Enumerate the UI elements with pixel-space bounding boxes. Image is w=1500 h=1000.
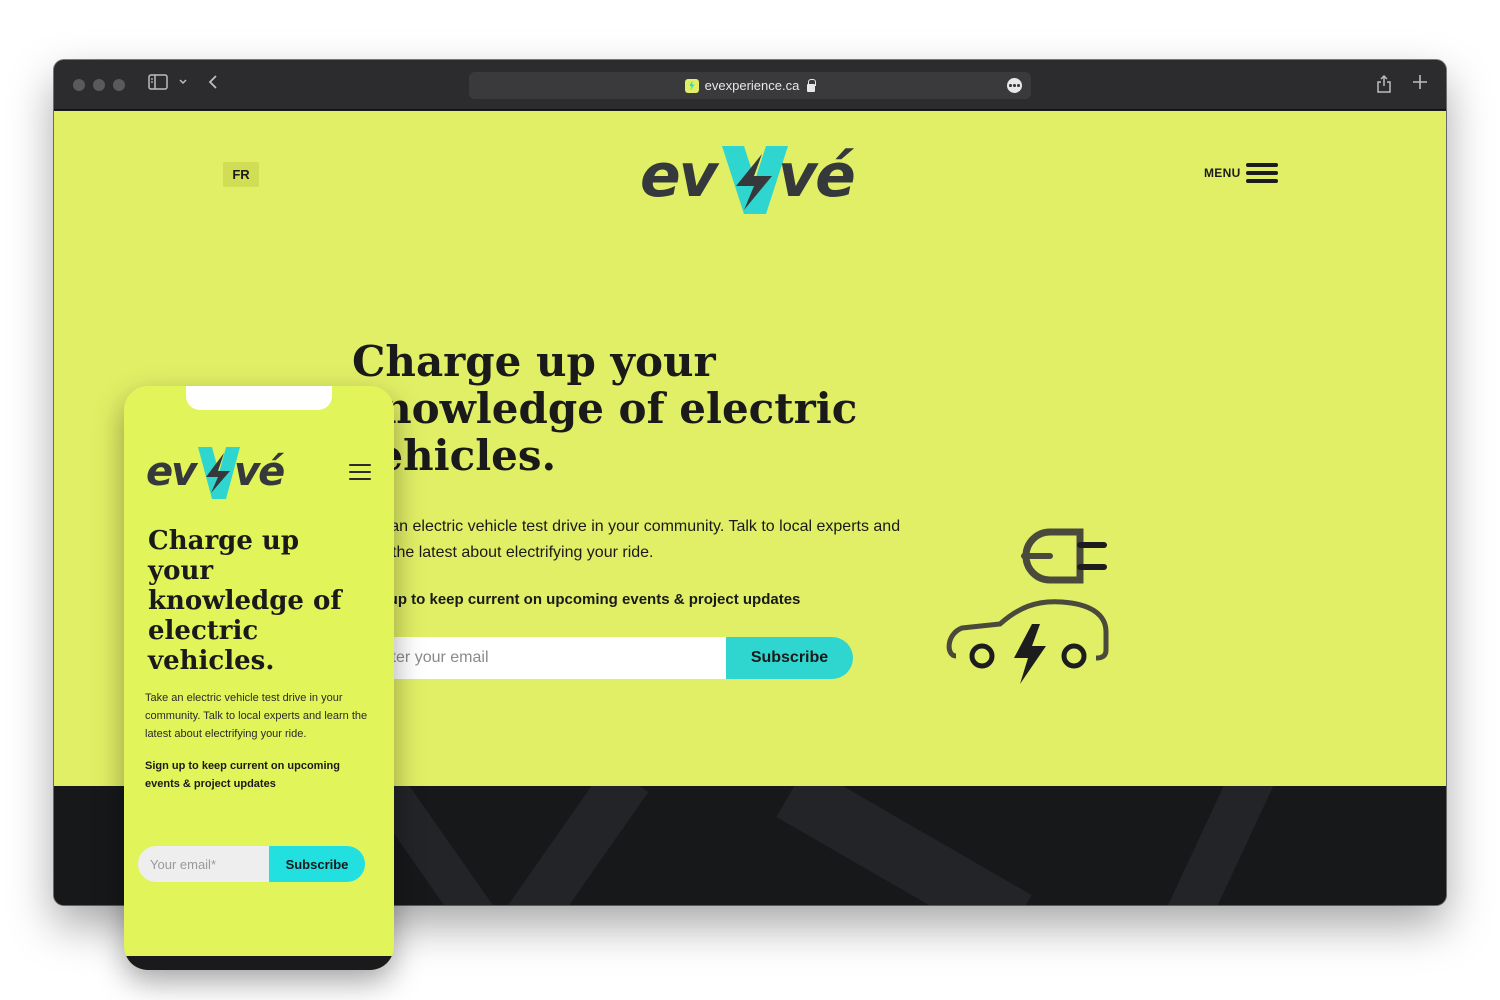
minimize-window-dot[interactable]: [93, 79, 105, 91]
hero-headline: Charge up your knowledge of electric veh…: [352, 337, 858, 480]
site-favicon-icon: [684, 78, 699, 93]
hamburger-icon: [1245, 163, 1278, 183]
mockup-stage: evexperience.ca FR ev vé MENU Charge up …: [0, 0, 1500, 1000]
browser-toolbar: evexperience.ca: [54, 60, 1446, 110]
logo-graphic: ev vé: [640, 141, 856, 214]
subscribe-button[interactable]: Subscribe: [726, 637, 853, 679]
car-icon: [946, 599, 1109, 684]
mobile-subscribe-button[interactable]: Subscribe: [269, 846, 365, 882]
more-icon[interactable]: [1007, 78, 1022, 93]
subscribe-form: Subscribe: [352, 637, 853, 679]
mobile-logo-text: evxvé: [286, 441, 287, 442]
new-tab-icon[interactable]: [1412, 74, 1428, 97]
logo-text: evxvé: [860, 130, 861, 131]
back-arrow-icon[interactable]: [207, 74, 219, 97]
mobile-intro: Take an electric vehicle test drive in y…: [145, 692, 368, 740]
zoom-window-dot[interactable]: [113, 79, 125, 91]
share-icon[interactable]: [1376, 74, 1392, 101]
email-input[interactable]: [352, 637, 726, 679]
lock-icon: [807, 78, 817, 92]
svg-text:ev: ev: [640, 141, 720, 211]
svg-text:vé: vé: [778, 141, 854, 211]
close-window-dot[interactable]: [73, 79, 85, 91]
phone-bottom-edge: [124, 956, 394, 970]
plug-icon: [1021, 528, 1107, 584]
mobile-signup-prompt: Sign up to keep current on upcoming even…: [145, 760, 340, 790]
ev-charging-illustration: [940, 516, 1120, 686]
svg-text:vé: vé: [234, 449, 284, 495]
sidebar-icon[interactable]: [148, 74, 168, 97]
url-text: evexperience.ca: [704, 78, 800, 93]
mobile-subscribe-form: Subscribe: [138, 846, 365, 882]
hero-intro: Take an electric vehicle test drive in y…: [352, 518, 901, 561]
mobile-logo-graphic: ev vé: [146, 447, 286, 499]
signup-prompt: Sign up to keep current on upcoming even…: [352, 591, 801, 608]
mobile-headline: Charge up your knowledge of electric veh…: [148, 526, 342, 676]
mobile-site-logo[interactable]: ev vé evxvé: [146, 441, 286, 503]
site-logo[interactable]: ev vé evxvé: [640, 130, 860, 220]
mobile-email-input[interactable]: [138, 846, 269, 882]
address-bar[interactable]: evexperience.ca: [469, 72, 1031, 99]
mobile-hamburger-icon[interactable]: [349, 464, 371, 480]
mobile-preview: ev vé evxvé Charge up your knowledge of …: [124, 386, 394, 970]
language-toggle-button[interactable]: FR: [223, 162, 259, 187]
window-controls[interactable]: [73, 79, 125, 91]
menu-label: MENU: [1204, 166, 1241, 180]
svg-text:ev: ev: [146, 449, 199, 495]
menu-button[interactable]: MENU: [1204, 163, 1278, 183]
chevron-down-icon[interactable]: [178, 74, 188, 97]
phone-notch: [186, 386, 332, 410]
